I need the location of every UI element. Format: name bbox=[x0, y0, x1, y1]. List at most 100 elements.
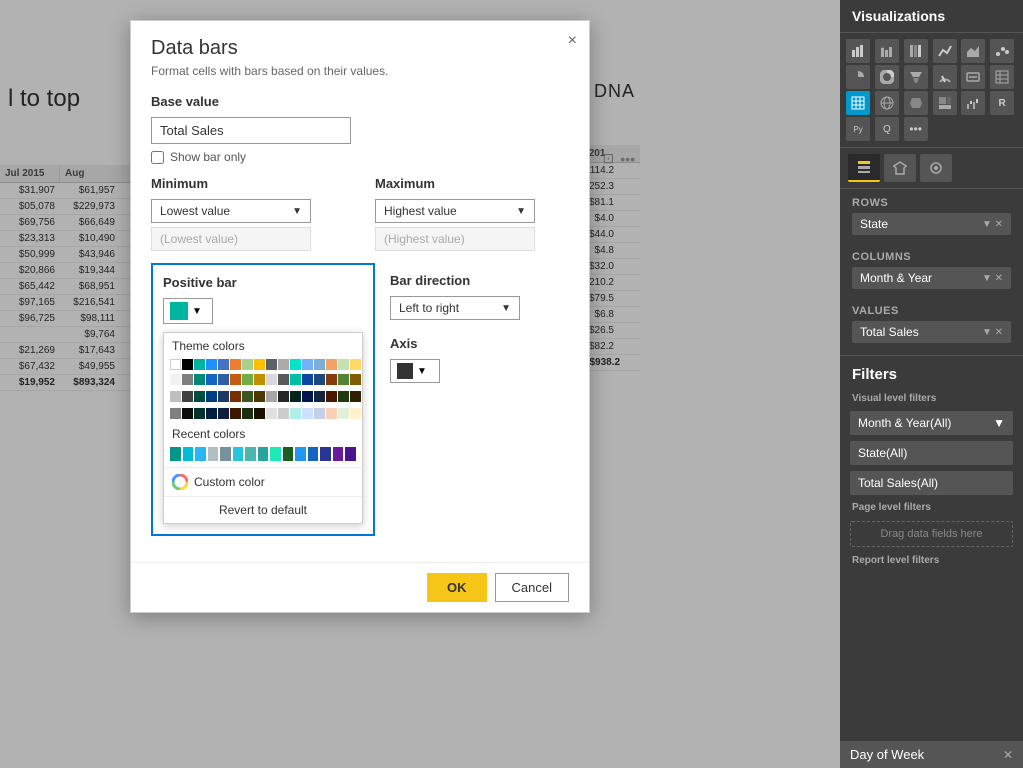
filter-total-sales[interactable]: Total Sales(All) bbox=[850, 471, 1013, 495]
drag-fields-area[interactable]: Drag data fields here bbox=[850, 521, 1013, 547]
shade-cell[interactable] bbox=[206, 391, 217, 402]
shade-cell[interactable] bbox=[194, 391, 205, 402]
color-cell-steel-blue[interactable] bbox=[218, 359, 229, 370]
recent-color-cell[interactable] bbox=[245, 447, 256, 461]
viz-donut-chart[interactable] bbox=[875, 65, 899, 89]
shade-cell[interactable] bbox=[242, 408, 253, 419]
filter-month-year[interactable]: Month & Year(All) ▼ bbox=[850, 411, 1013, 435]
color-cell-green-pale[interactable] bbox=[338, 359, 349, 370]
show-bar-only-checkbox[interactable] bbox=[151, 151, 164, 164]
recent-color-cell[interactable] bbox=[295, 447, 306, 461]
color-cell-yellow[interactable] bbox=[350, 359, 361, 370]
shade-cell[interactable] bbox=[266, 374, 277, 385]
shade-cell[interactable] bbox=[326, 391, 337, 402]
recent-color-cell[interactable] bbox=[258, 447, 269, 461]
tab-analytics[interactable] bbox=[920, 154, 952, 182]
recent-color-cell[interactable] bbox=[283, 447, 294, 461]
viz-line-chart[interactable] bbox=[933, 39, 957, 63]
recent-color-cell[interactable] bbox=[195, 447, 206, 461]
viz-table[interactable] bbox=[990, 65, 1014, 89]
viz-icons-grid[interactable]: R Py Q ••• bbox=[840, 33, 1023, 148]
shade-cell[interactable] bbox=[314, 391, 325, 402]
shade-cell[interactable] bbox=[206, 374, 217, 385]
shade-cell[interactable] bbox=[338, 374, 349, 385]
viz-map[interactable] bbox=[875, 91, 899, 115]
shade-cell[interactable] bbox=[254, 408, 265, 419]
color-cell-blue-medium[interactable] bbox=[314, 359, 325, 370]
shade-cell[interactable] bbox=[182, 408, 193, 419]
recent-color-cell[interactable] bbox=[208, 447, 219, 461]
viz-waterfall[interactable] bbox=[961, 91, 985, 115]
viz-stacked-bar[interactable] bbox=[875, 39, 899, 63]
shade-cell[interactable] bbox=[230, 408, 241, 419]
shade-cell[interactable] bbox=[206, 408, 217, 419]
shade-cell[interactable] bbox=[194, 408, 205, 419]
shade-cell[interactable] bbox=[290, 408, 301, 419]
shade-cell[interactable] bbox=[218, 391, 229, 402]
dialog-close-button[interactable]: × bbox=[568, 33, 577, 49]
revert-default-button[interactable]: Revert to default bbox=[164, 496, 362, 523]
shade-cell[interactable] bbox=[266, 391, 277, 402]
shade-cell[interactable] bbox=[278, 374, 289, 385]
ok-button[interactable]: OK bbox=[427, 573, 487, 602]
tab-format[interactable] bbox=[884, 154, 916, 182]
minimum-dropdown[interactable]: Lowest value ▼ bbox=[151, 199, 311, 223]
day-of-week-filter[interactable]: Day of Week ✕ bbox=[840, 741, 1023, 768]
color-cell-light-green[interactable] bbox=[242, 359, 253, 370]
shade-cell[interactable] bbox=[218, 408, 229, 419]
tab-fields[interactable] bbox=[848, 154, 880, 182]
recent-color-cell[interactable] bbox=[308, 447, 319, 461]
viz-bar-chart[interactable] bbox=[846, 39, 870, 63]
filter-state[interactable]: State(All) bbox=[850, 441, 1013, 465]
recent-color-cell[interactable] bbox=[333, 447, 344, 461]
day-of-week-remove-icon[interactable]: ✕ bbox=[1003, 748, 1013, 762]
shade-cell[interactable] bbox=[254, 391, 265, 402]
values-field-pill[interactable]: Total Sales ▼ ✕ bbox=[852, 321, 1011, 343]
custom-color-button[interactable]: Custom color bbox=[164, 467, 362, 496]
color-cell-gray-dark[interactable] bbox=[266, 359, 277, 370]
viz-python[interactable]: Py bbox=[846, 117, 870, 141]
shade-cell[interactable] bbox=[302, 391, 313, 402]
viz-qa[interactable]: Q bbox=[875, 117, 899, 141]
columns-field-pill[interactable]: Month & Year ▼ ✕ bbox=[852, 267, 1011, 289]
viz-funnel-chart[interactable] bbox=[904, 65, 928, 89]
recent-color-cell[interactable] bbox=[345, 447, 356, 461]
shade-cell[interactable] bbox=[302, 408, 313, 419]
viz-pie-chart[interactable] bbox=[846, 65, 870, 89]
recent-color-cell[interactable] bbox=[170, 447, 181, 461]
shade-cell[interactable] bbox=[278, 408, 289, 419]
shade-cell[interactable] bbox=[314, 374, 325, 385]
shade-cell[interactable] bbox=[266, 408, 277, 419]
bar-direction-dropdown[interactable]: Left to right ▼ bbox=[390, 296, 520, 320]
recent-color-cell[interactable] bbox=[183, 447, 194, 461]
color-cell-white[interactable] bbox=[170, 359, 181, 370]
recent-color-cell[interactable] bbox=[233, 447, 244, 461]
viz-more[interactable]: ••• bbox=[904, 117, 928, 141]
shade-cell[interactable] bbox=[230, 374, 241, 385]
positive-bar-color-button[interactable]: ▼ bbox=[163, 298, 213, 324]
shade-cell[interactable] bbox=[218, 374, 229, 385]
shade-cell[interactable] bbox=[170, 391, 181, 402]
shade-cell[interactable] bbox=[278, 391, 289, 402]
color-cell-blue-light[interactable] bbox=[302, 359, 313, 370]
shade-cell[interactable] bbox=[302, 374, 313, 385]
shade-cell[interactable] bbox=[182, 391, 193, 402]
shade-cell[interactable] bbox=[182, 374, 193, 385]
viz-matrix[interactable] bbox=[846, 91, 870, 115]
shade-cell[interactable] bbox=[350, 374, 361, 385]
shade-cell[interactable] bbox=[230, 391, 241, 402]
color-cell-blue[interactable] bbox=[206, 359, 217, 370]
shade-cell[interactable] bbox=[338, 408, 349, 419]
color-cell-peach[interactable] bbox=[326, 359, 337, 370]
shade-cell[interactable] bbox=[290, 374, 301, 385]
viz-filled-map[interactable] bbox=[904, 91, 928, 115]
shade-cell[interactable] bbox=[254, 374, 265, 385]
shade-cell[interactable] bbox=[326, 374, 337, 385]
viz-card[interactable] bbox=[961, 65, 985, 89]
viz-scatter-chart[interactable] bbox=[990, 39, 1014, 63]
shade-cell[interactable] bbox=[350, 408, 361, 419]
rows-field-pill[interactable]: State ▼ ✕ bbox=[852, 213, 1011, 235]
shade-cell[interactable] bbox=[242, 374, 253, 385]
cancel-button[interactable]: Cancel bbox=[495, 573, 569, 602]
shade-cell[interactable] bbox=[290, 391, 301, 402]
